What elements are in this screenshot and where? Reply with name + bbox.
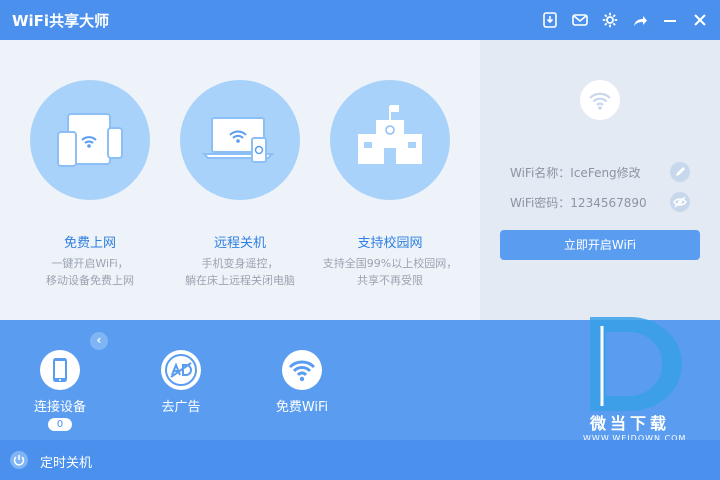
settings-icon[interactable] <box>600 10 620 30</box>
edit-icon[interactable] <box>670 162 690 182</box>
wifi-name-text: WiFi名称：IceFeng修改 <box>510 166 641 180</box>
feature-desc: 支持全国99%以上校园网， 共享不再受限 <box>322 257 458 287</box>
close-icon[interactable] <box>690 10 710 30</box>
wifi-name-row: WiFi名称：IceFeng修改 <box>510 162 700 182</box>
wifi-info-panel: WiFi名称：IceFeng修改 WiFi密码：1234567890 立即开启W… <box>480 40 720 320</box>
download-icon[interactable] <box>540 10 560 30</box>
feature-remote-shutdown[interactable]: 远程关机 手机变身遥控， 躺在床上远程关闭电脑 <box>165 80 315 289</box>
feature-campus-network[interactable]: 支持校园网 支持全国99%以上校园网， 共享不再受限 <box>315 80 465 289</box>
tool-label: 免费WiFi <box>275 400 329 415</box>
chevron-left-icon[interactable]: ‹ <box>90 332 108 350</box>
app-title: WiFi共享大师 <box>12 12 110 30</box>
tool-remove-ads[interactable]: 去广告 <box>136 350 226 415</box>
scheduled-shutdown-link[interactable]: 定时关机 <box>40 452 92 471</box>
footer-bar: 定时关机 <box>0 440 720 480</box>
devices-icon <box>30 80 150 200</box>
school-icon <box>330 80 450 200</box>
tool-connected-devices[interactable]: 连接设备 0 <box>15 350 105 431</box>
feature-name: 远程关机 <box>213 236 266 251</box>
no-ad-icon <box>161 350 201 390</box>
start-wifi-button[interactable]: 立即开启WiFi <box>500 230 700 260</box>
wifi-password-row: WiFi密码：1234567890 <box>510 192 700 212</box>
tool-free-wifi[interactable]: 免费WiFi <box>257 350 347 415</box>
tool-label: 去广告 <box>161 400 201 415</box>
wifi-icon <box>282 350 322 390</box>
mail-icon[interactable] <box>570 10 590 30</box>
features-panel: 免费上网 一键开启WiFi， 移动设备免费上网 远程关机 手机变身遥控， 躺在床… <box>0 40 480 320</box>
title-bar: WiFi共享大师 <box>0 0 720 40</box>
power-icon[interactable] <box>10 451 28 469</box>
feature-desc: 手机变身遥控， 躺在床上远程关闭电脑 <box>185 257 295 287</box>
minimize-icon[interactable] <box>660 10 680 30</box>
device-count-badge: 0 <box>48 418 72 431</box>
feature-name: 免费上网 <box>63 236 116 251</box>
laptop-phone-icon <box>180 80 300 200</box>
wifi-password-text: WiFi密码：1234567890 <box>510 196 647 210</box>
watermark-brand: 微当下载 <box>590 414 671 433</box>
feature-name: 支持校园网 <box>357 236 423 251</box>
hide-password-icon[interactable] <box>670 192 690 212</box>
wifi-icon <box>580 80 620 120</box>
feature-free-internet[interactable]: 免费上网 一键开启WiFi， 移动设备免费上网 <box>15 80 165 289</box>
share-icon[interactable] <box>630 10 650 30</box>
phone-icon <box>40 350 80 390</box>
feature-desc: 一键开启WiFi， 移动设备免费上网 <box>46 257 134 287</box>
tool-label: 连接设备 <box>33 400 86 415</box>
